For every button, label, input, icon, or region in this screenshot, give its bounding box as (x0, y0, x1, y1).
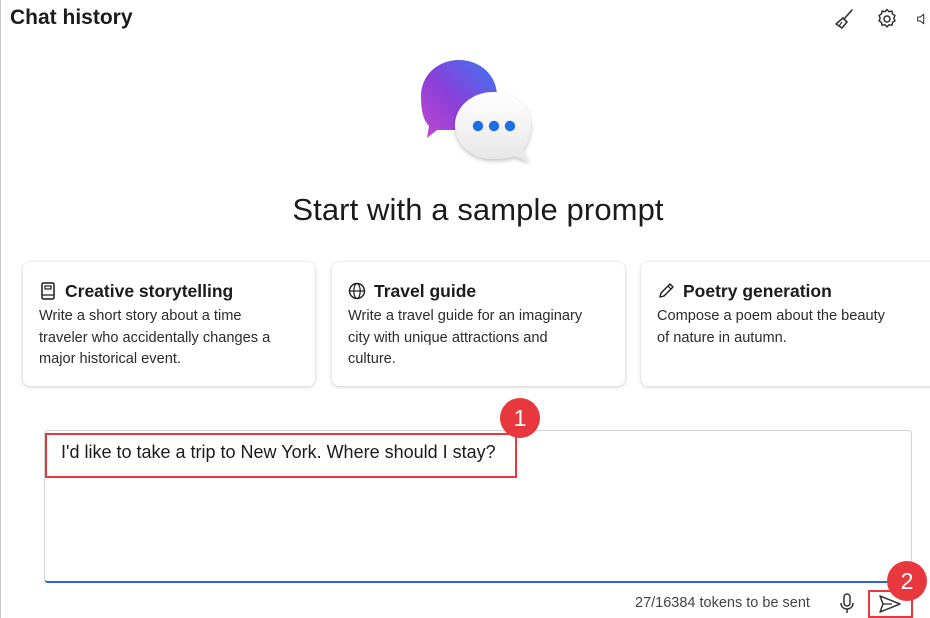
card-description: Write a short story about a time travele… (39, 308, 271, 367)
card-description: Compose a poem about the beauty of natur… (657, 308, 885, 346)
header-bar: Chat history (1, 0, 930, 40)
settings-button[interactable] (874, 6, 900, 32)
prompt-card-poetry-generation[interactable]: Poetry generation Compose a poem about t… (641, 262, 930, 386)
card-description: Write a travel guide for an imaginary ci… (348, 308, 583, 367)
prompt-card-travel-guide[interactable]: Travel guide Write a travel guide for an… (332, 262, 625, 386)
card-title: Travel guide (374, 280, 477, 301)
clear-chat-button[interactable] (832, 6, 858, 32)
microphone-icon (840, 593, 854, 613)
sample-prompt-heading: Start with a sample prompt (292, 192, 664, 227)
prompt-card-creative-storytelling[interactable]: Creative storytelling Write a short stor… (23, 262, 315, 386)
pencil-icon (657, 282, 675, 300)
page-title: Chat history (10, 6, 133, 29)
annotation-badge-2: 2 (887, 561, 927, 601)
speaker-icon (917, 13, 925, 25)
card-title: Poetry generation (683, 280, 832, 301)
token-counter: 27/16384 tokens to be sent (635, 595, 810, 611)
chat-input-text[interactable]: I'd like to take a trip to New York. Whe… (61, 442, 496, 463)
settings-gear-icon (878, 8, 896, 28)
annotation-badge-1: 1 (500, 398, 540, 438)
book-icon (39, 282, 57, 300)
broom-icon (835, 9, 853, 29)
chat-logo-icon (419, 58, 535, 166)
chat-input-field[interactable]: I'd like to take a trip to New York. Whe… (44, 430, 912, 583)
speaker-button[interactable] (915, 6, 930, 32)
microphone-button[interactable] (837, 592, 857, 616)
globe-icon (348, 282, 366, 300)
card-title: Creative storytelling (65, 280, 234, 301)
